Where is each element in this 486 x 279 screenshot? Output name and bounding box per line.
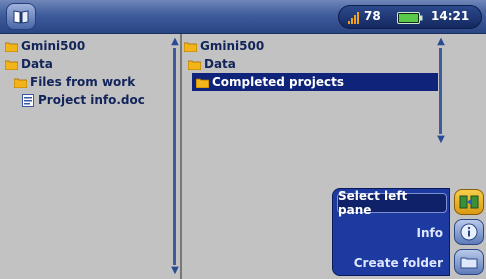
document-icon <box>22 93 34 107</box>
scroll-track[interactable] <box>173 48 176 265</box>
tree-item-files-from-work[interactable]: Files from work <box>14 73 135 91</box>
menu-item-select-left-pane[interactable]: Select left pane <box>337 189 447 217</box>
left-pane[interactable]: Gmini500 Data Files from work Project in… <box>0 34 182 279</box>
tree-item-data[interactable]: Data <box>5 55 53 73</box>
folder-icon <box>14 78 27 88</box>
scroll-track[interactable] <box>439 48 442 134</box>
book-icon <box>13 9 29 24</box>
file-browser-button[interactable] <box>6 3 36 30</box>
folder-icon <box>5 42 18 52</box>
tree-item-label: Data <box>204 57 236 71</box>
right-pane-scrollbar[interactable]: ▲ ▼ <box>435 36 447 146</box>
scroll-down-icon[interactable]: ▼ <box>169 265 181 277</box>
folder-add-icon <box>460 257 478 269</box>
tree-item-label: Completed projects <box>212 75 345 89</box>
battery-icon <box>397 12 423 24</box>
menu-item-info[interactable]: Info <box>417 223 443 243</box>
tree-item-label: Project info.doc <box>38 93 145 107</box>
folder-icon <box>196 78 209 88</box>
top-bar: 78 14:21 <box>0 0 486 34</box>
left-pane-scrollbar[interactable]: ▲ ▼ <box>169 36 181 277</box>
info-icon <box>460 223 478 241</box>
volume-level: 78 <box>364 9 381 23</box>
volume-icon <box>348 12 359 24</box>
tree-item-project-info-doc[interactable]: Project info.doc <box>22 91 145 109</box>
scroll-up-icon[interactable]: ▲ <box>169 36 181 48</box>
tree-item-gmini500[interactable]: Gmini500 <box>184 37 264 55</box>
menu-item-create-folder[interactable]: Create folder <box>354 253 443 273</box>
scroll-up-icon[interactable]: ▲ <box>435 36 447 48</box>
folder-icon <box>188 60 201 70</box>
context-menu: Select left pane Info Create folder <box>332 188 450 276</box>
tree-item-label: Gmini500 <box>21 39 86 53</box>
dual-pane-icon <box>459 195 479 209</box>
create-folder-button[interactable] <box>454 249 484 275</box>
scroll-down-icon[interactable]: ▼ <box>435 134 447 146</box>
select-pane-button[interactable] <box>454 189 484 215</box>
clock: 14:21 <box>431 9 470 23</box>
tree-item-data[interactable]: Data <box>188 55 236 73</box>
tree-item-completed-projects[interactable]: Completed projects <box>192 73 438 91</box>
tree-item-label: Files from work <box>30 75 136 89</box>
side-button-column <box>451 188 486 279</box>
info-button[interactable] <box>454 219 484 245</box>
folder-icon <box>5 60 18 70</box>
tree-item-label: Data <box>21 57 53 71</box>
folder-icon <box>184 42 197 52</box>
tree-item-gmini500[interactable]: Gmini500 <box>5 37 85 55</box>
tree-item-label: Gmini500 <box>200 39 265 53</box>
status-area: 78 14:21 <box>338 5 482 29</box>
